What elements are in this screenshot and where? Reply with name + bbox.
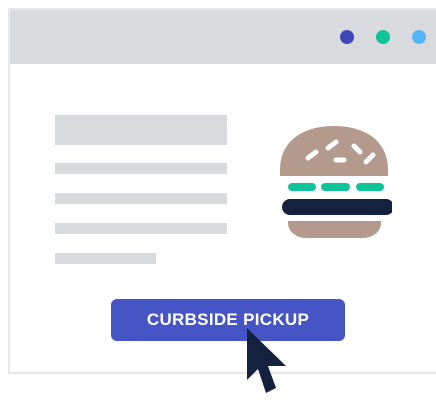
window-dot-1[interactable] [340, 30, 354, 44]
burger-icon [280, 126, 392, 238]
burger-bottom-bun [288, 221, 381, 238]
curbside-pickup-button[interactable]: CURBSIDE PICKUP [111, 299, 345, 341]
placeholder-text-line [55, 223, 227, 234]
window-dot-2[interactable] [376, 30, 390, 44]
window-dot-3[interactable] [412, 30, 426, 44]
placeholder-text-line [55, 163, 227, 174]
mouse-pointer-icon [247, 328, 286, 393]
placeholder-heading [55, 115, 227, 145]
burger-top-bun [280, 126, 388, 176]
burger-patty [282, 199, 392, 215]
window-titlebar [10, 10, 436, 64]
placeholder-text-line [55, 193, 227, 204]
placeholder-text-line [55, 253, 156, 264]
